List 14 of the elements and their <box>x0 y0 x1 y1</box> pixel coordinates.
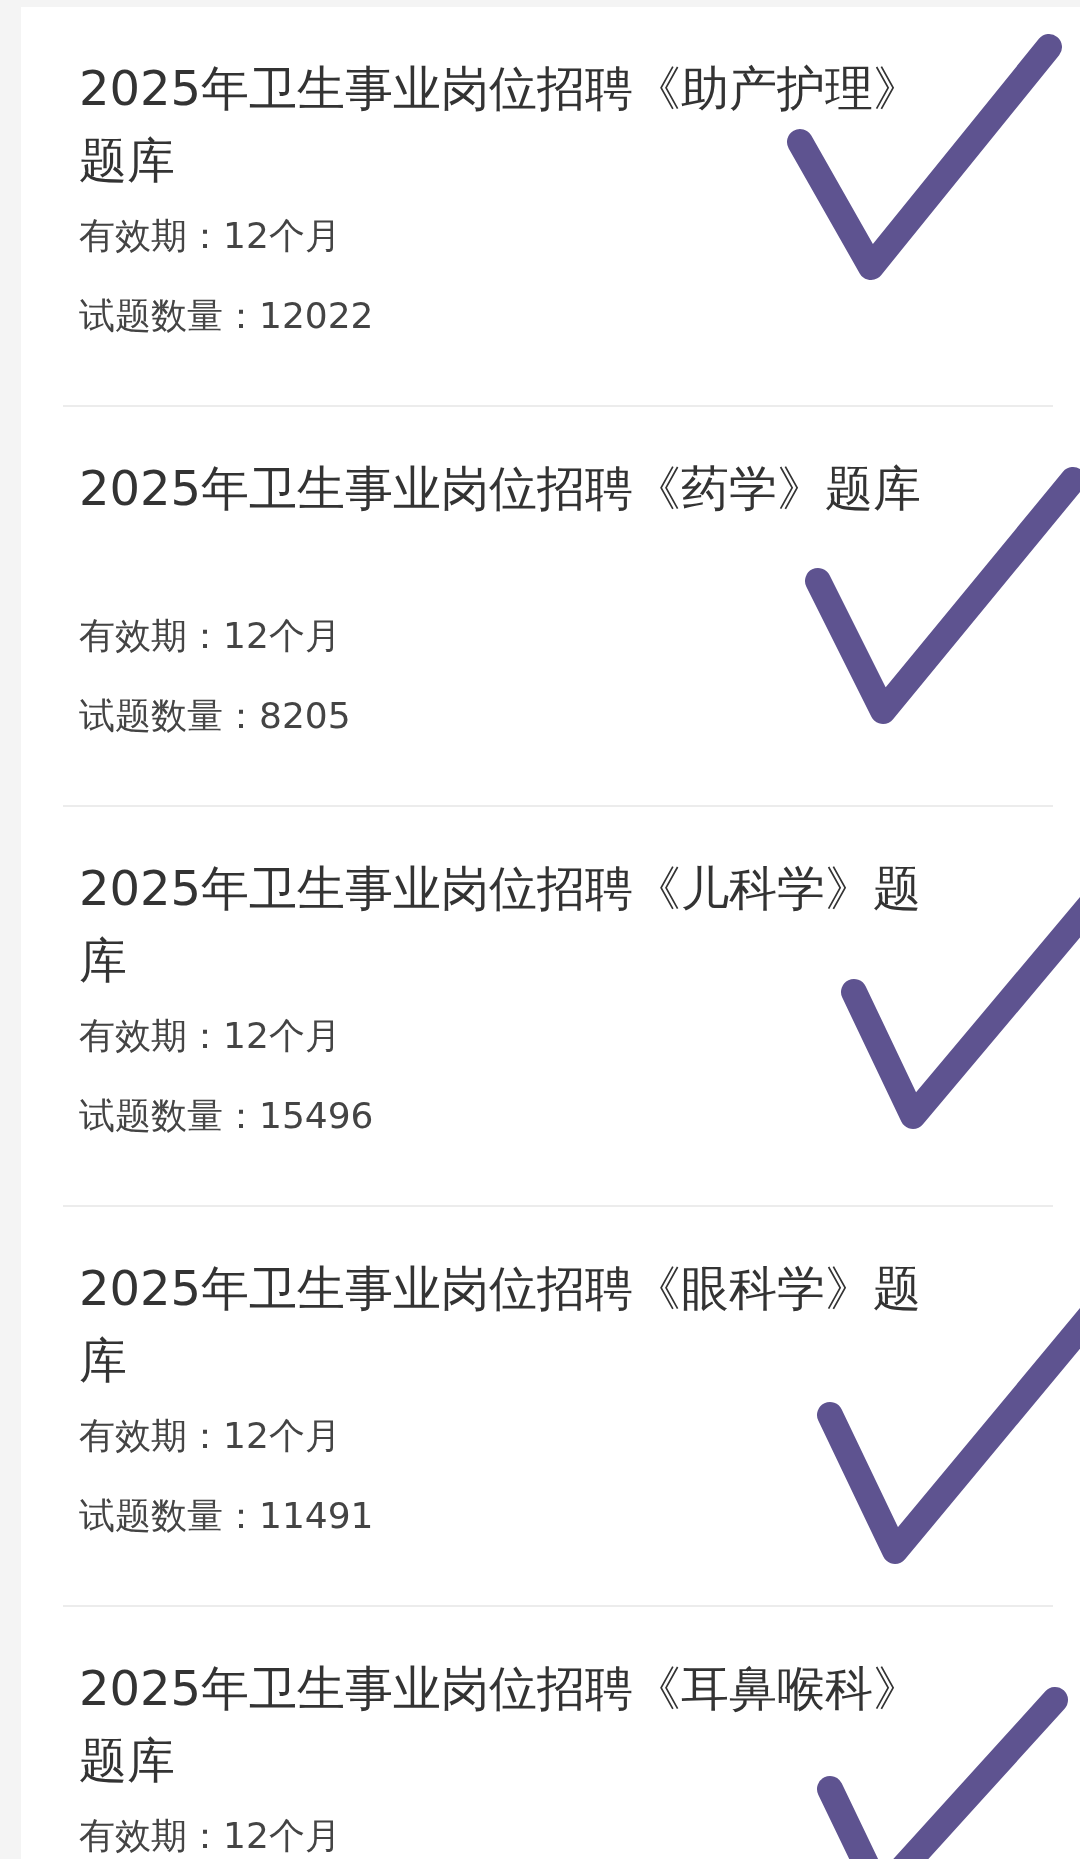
validity-text: 有效期：12个月 <box>79 214 342 258</box>
bank-title[interactable]: 2025年卫生事业岗位招聘《药学》题库 <box>79 452 1053 596</box>
question-count-text: 试题数量：12022 <box>79 294 375 338</box>
question-count-text: 试题数量：11491 <box>79 1494 375 1538</box>
bank-title[interactable]: 2025年卫生事业岗位招聘《儿科学》题库 <box>79 852 1053 996</box>
validity-text: 有效期：12个月 <box>79 1014 342 1058</box>
question-count-text: 试题数量：15496 <box>79 1094 375 1138</box>
validity-text: 有效期：12个月 <box>79 1814 342 1858</box>
bank-title[interactable]: 2025年卫生事业岗位招聘《助产护理》题库 <box>79 52 1053 196</box>
validity-text: 有效期：12个月 <box>79 1414 342 1458</box>
question-count-text: 试题数量：8205 <box>79 694 352 738</box>
validity-text: 有效期：12个月 <box>79 614 342 658</box>
bank-title[interactable]: 2025年卫生事业岗位招聘《耳鼻喉科》题库 <box>79 1652 1053 1796</box>
bank-title[interactable]: 2025年卫生事业岗位招聘《眼科学》题库 <box>79 1252 1053 1396</box>
